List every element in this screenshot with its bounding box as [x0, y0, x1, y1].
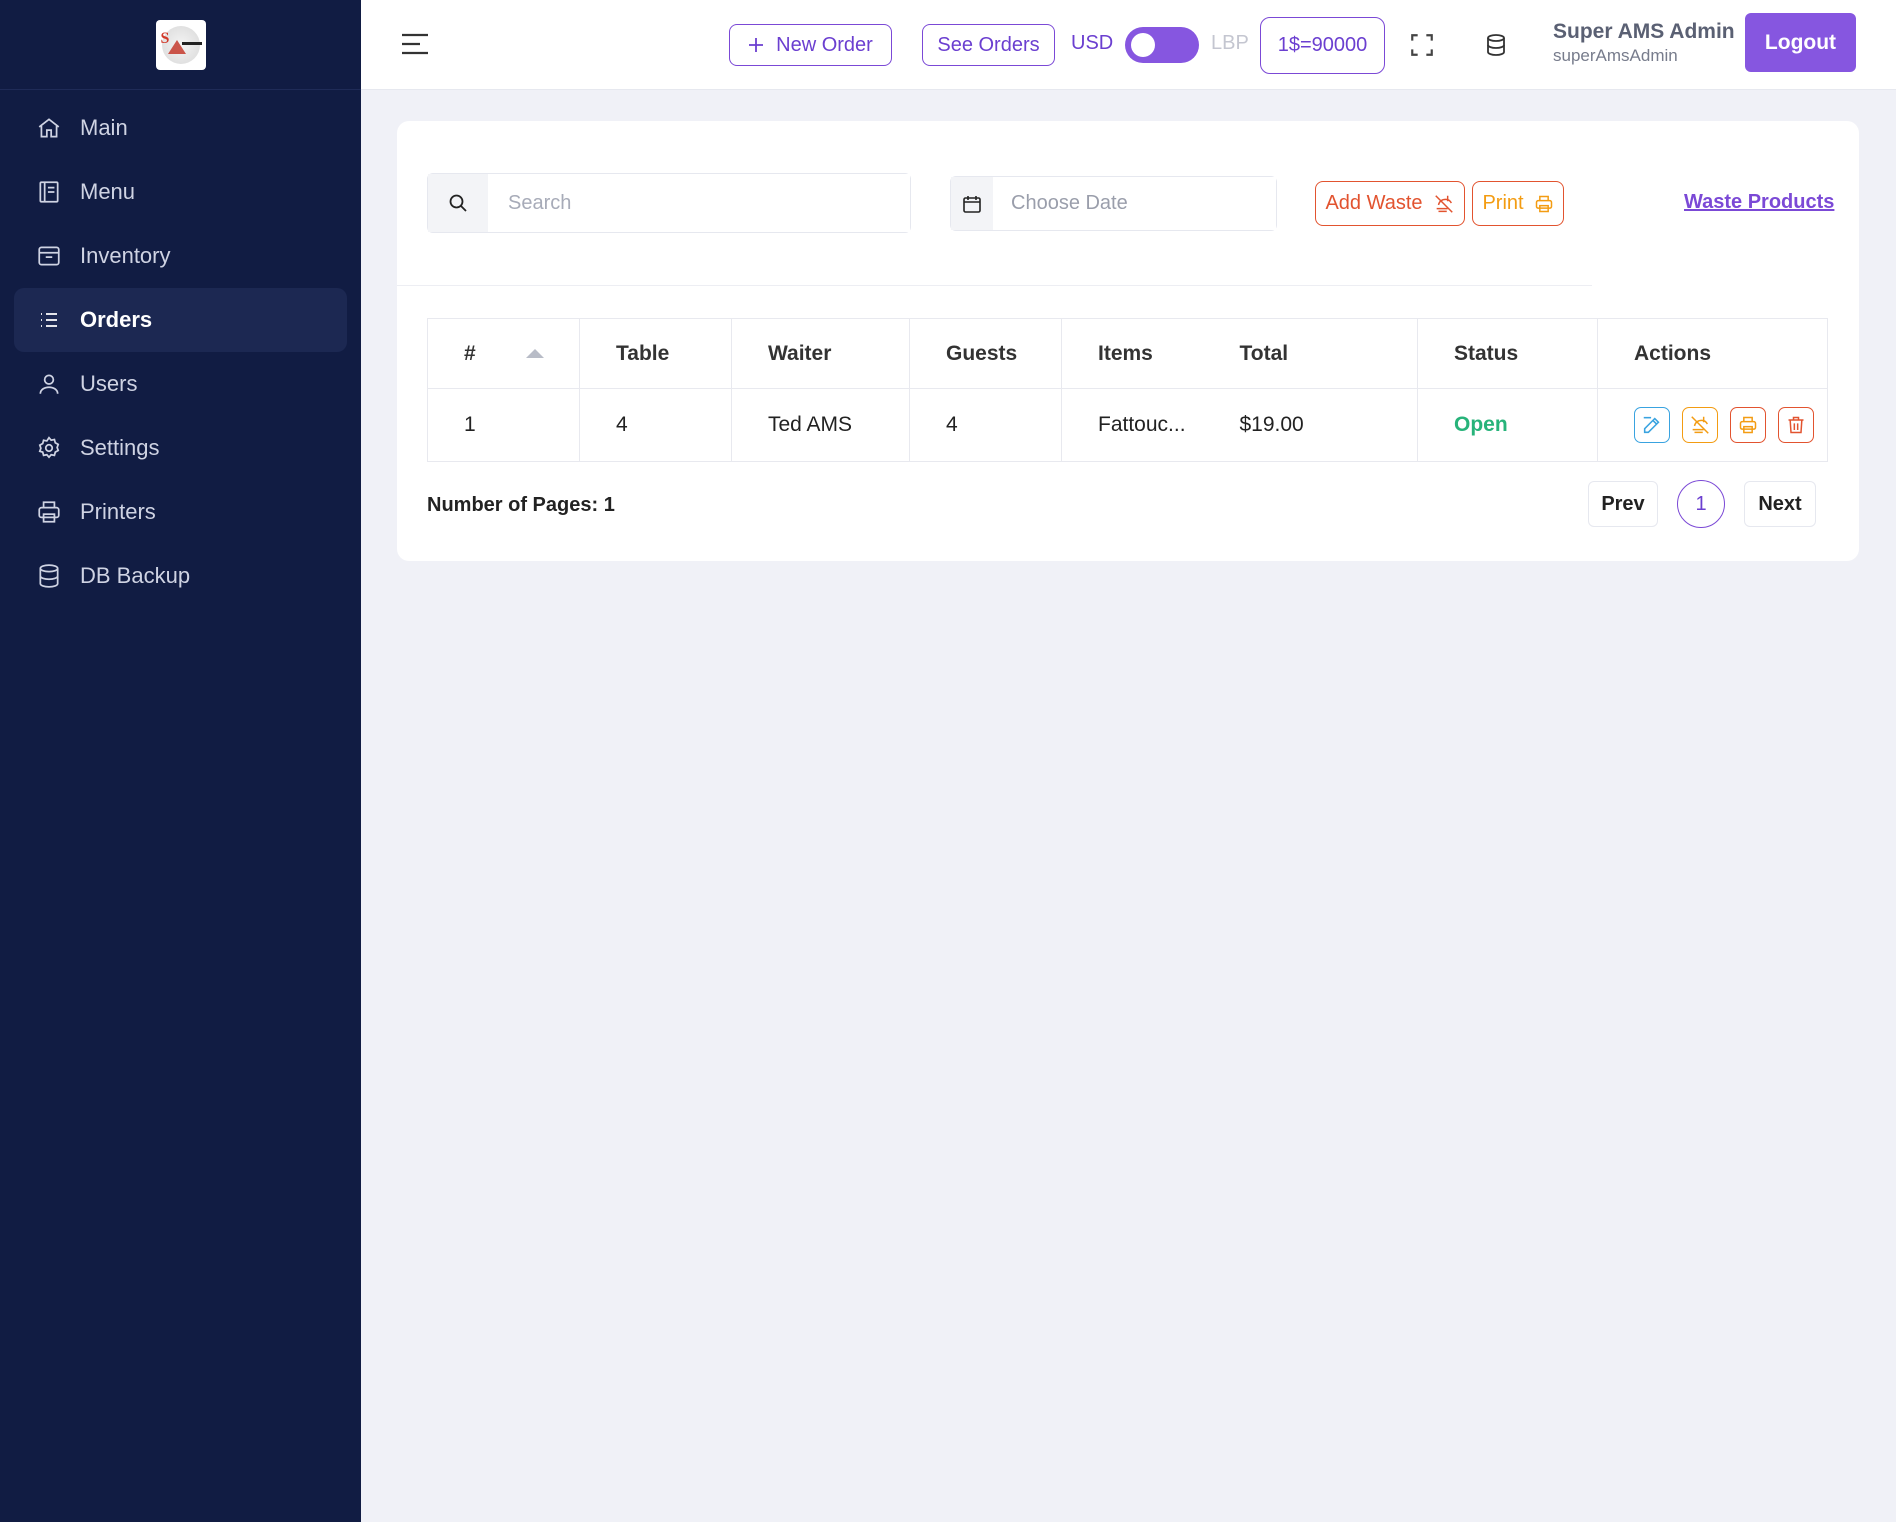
user-icon	[34, 369, 64, 399]
column-header-guests: Guests	[909, 318, 1062, 389]
add-waste-label: Add Waste	[1325, 192, 1423, 214]
top-header: New Order See Orders USD LBP 1$=90000 Su…	[361, 0, 1896, 90]
sort-up-icon[interactable]	[525, 349, 544, 359]
sidebar-item-orders[interactable]: Orders	[14, 288, 347, 352]
sidebar-item-label: Main	[80, 115, 128, 140]
waste-order-button[interactable]	[1682, 407, 1718, 443]
delete-order-button[interactable]	[1778, 407, 1814, 443]
sidebar: S Main Menu Inventory Orders Users Setti…	[0, 0, 361, 1522]
currency-usd-label: USD	[1071, 32, 1114, 54]
cell-total: $19.00	[1239, 388, 1418, 462]
sidebar-item-label: Users	[80, 371, 138, 396]
date-input[interactable]	[993, 177, 1276, 230]
prev-page-button[interactable]: Prev	[1588, 481, 1658, 527]
sidebar-item-label: Orders	[80, 307, 153, 332]
orders-table: # Table Waiter Guests Items Total Status…	[427, 318, 1828, 462]
user-name: Super AMS Admin	[1553, 20, 1735, 43]
no-food-icon	[1433, 193, 1455, 215]
sidebar-item-db-backup[interactable]: DB Backup	[14, 544, 347, 608]
app-logo[interactable]: S	[155, 19, 206, 70]
sidebar-item-label: Inventory	[80, 243, 171, 268]
fullscreen-icon[interactable]	[1407, 30, 1437, 60]
new-order-button[interactable]: New Order	[729, 24, 892, 66]
sidebar-item-inventory[interactable]: Inventory	[14, 224, 347, 288]
status-badge: Open	[1417, 388, 1598, 462]
logout-button[interactable]: Logout	[1745, 13, 1856, 72]
cell-table: 4	[579, 388, 732, 462]
waste-products-link[interactable]: Waste Products	[1684, 191, 1834, 214]
cell-number: 1	[427, 388, 580, 462]
column-header-number[interactable]: #	[427, 318, 580, 389]
next-page-button[interactable]: Next	[1744, 481, 1816, 527]
printer-icon	[34, 497, 64, 527]
print-label: Print	[1482, 192, 1524, 214]
logo-area: S	[0, 0, 361, 90]
sidebar-item-label: Printers	[80, 499, 156, 524]
gear-icon	[34, 433, 64, 463]
home-icon	[34, 113, 64, 143]
printer-icon	[1739, 416, 1757, 434]
sidebar-nav: Main Menu Inventory Orders Users Setting…	[0, 90, 361, 608]
list-icon	[34, 305, 64, 335]
print-order-button[interactable]	[1730, 407, 1766, 443]
currency-lbp-label: LBP	[1211, 32, 1249, 54]
sidebar-item-users[interactable]: Users	[14, 352, 347, 416]
divider	[397, 285, 1592, 286]
user-handle: superAmsAdmin	[1553, 46, 1678, 65]
orders-card: Add Waste Print Waste Products # Table W…	[397, 121, 1859, 561]
logout-label: Logout	[1764, 30, 1837, 54]
sidebar-item-printers[interactable]: Printers	[14, 480, 347, 544]
see-orders-label: See Orders	[937, 33, 1040, 56]
column-header-items: Items	[1061, 318, 1240, 389]
column-header-total: Total	[1239, 318, 1418, 389]
trash-icon	[1788, 416, 1804, 434]
database-icon	[34, 561, 64, 591]
print-button[interactable]: Print	[1472, 181, 1564, 226]
column-header-actions: Actions	[1597, 318, 1828, 389]
toggle-knob	[1131, 33, 1155, 57]
cell-actions	[1597, 388, 1828, 462]
sidebar-item-settings[interactable]: Settings	[14, 416, 347, 480]
table-row[interactable]: 1 4 Ted AMS 4 Fattouc... $19.00 Open	[427, 388, 1828, 462]
sidebar-item-menu[interactable]: Menu	[14, 160, 347, 224]
column-header-status: Status	[1417, 318, 1598, 389]
book-icon	[34, 177, 64, 207]
hamburger-menu-icon[interactable]	[401, 32, 429, 56]
sidebar-item-label: Settings	[80, 435, 160, 460]
currency-toggle[interactable]	[1125, 27, 1199, 63]
edit-icon	[1643, 416, 1660, 434]
edit-order-button[interactable]	[1634, 407, 1670, 443]
table-header-row: # Table Waiter Guests Items Total Status…	[427, 318, 1828, 389]
no-food-icon	[1691, 416, 1709, 434]
search-input[interactable]	[488, 174, 910, 232]
cell-items: Fattouc...	[1061, 388, 1240, 462]
date-field	[950, 176, 1277, 231]
search-icon	[428, 174, 488, 232]
page-1-button[interactable]: 1	[1677, 480, 1725, 528]
pages-info: Number of Pages: 1	[427, 494, 615, 516]
see-orders-button[interactable]: See Orders	[922, 24, 1055, 66]
archive-icon	[34, 241, 64, 271]
cell-guests: 4	[909, 388, 1062, 462]
search-field	[427, 173, 911, 233]
exchange-rate-button[interactable]: 1$=90000	[1260, 17, 1385, 74]
exchange-rate-label: 1$=90000	[1277, 34, 1368, 56]
sidebar-item-label: DB Backup	[80, 563, 191, 588]
calendar-icon	[951, 177, 993, 230]
sidebar-item-label: Menu	[80, 179, 136, 204]
plus-icon	[748, 37, 764, 53]
add-waste-button[interactable]: Add Waste	[1315, 181, 1465, 226]
new-order-label: New Order	[776, 33, 873, 56]
database-icon[interactable]	[1481, 30, 1511, 60]
column-header-waiter: Waiter	[731, 318, 910, 389]
printer-icon	[1534, 194, 1554, 214]
cell-waiter: Ted AMS	[731, 388, 910, 462]
column-header-table: Table	[579, 318, 732, 389]
sidebar-item-main[interactable]: Main	[14, 96, 347, 160]
